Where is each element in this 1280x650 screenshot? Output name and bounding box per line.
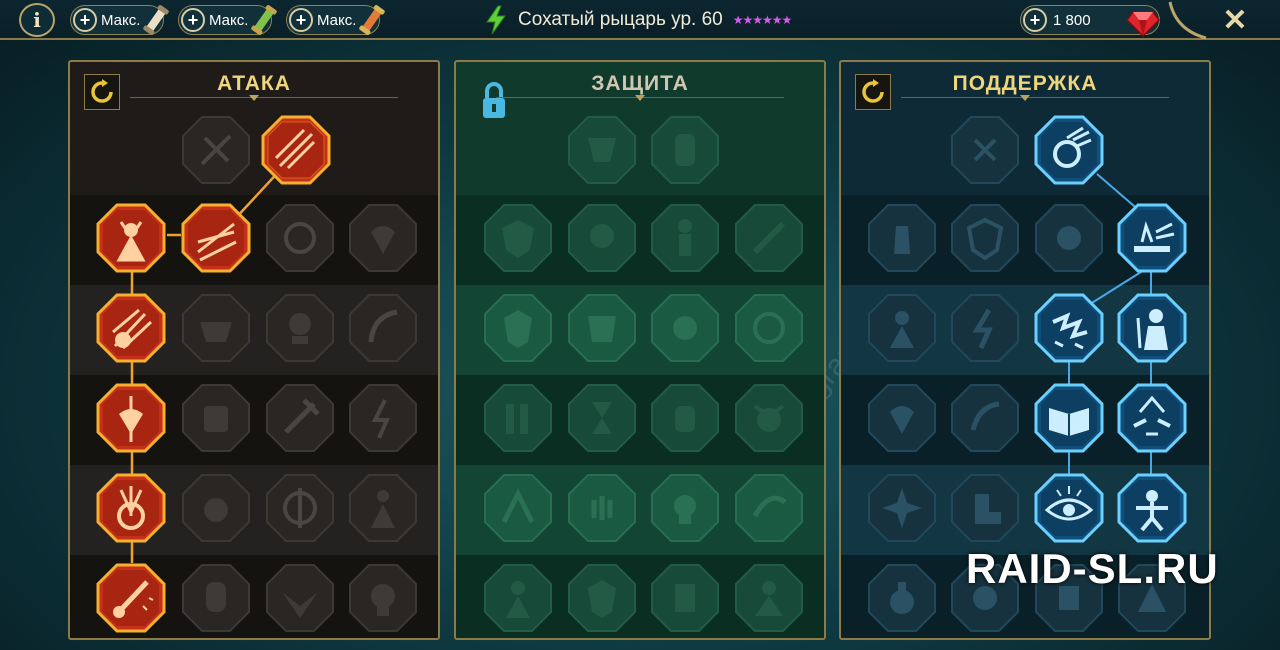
skill-locked[interactable]	[1033, 202, 1105, 274]
skill-locked[interactable]	[347, 202, 419, 274]
max-scroll-button-1[interactable]: + Макс.	[70, 5, 169, 35]
scroll-icon	[251, 5, 277, 35]
max-scroll-button-3[interactable]: + Макс.	[286, 5, 385, 35]
skill-locked[interactable]	[180, 382, 252, 454]
plus-icon: +	[73, 8, 97, 32]
skill-active-arrows[interactable]	[95, 292, 167, 364]
scroll-icon	[359, 5, 385, 35]
skill-active-heart-sword[interactable]	[95, 382, 167, 454]
skill-locked[interactable]	[866, 292, 938, 364]
skill-locked[interactable]	[566, 202, 638, 274]
skill-locked[interactable]	[264, 202, 336, 274]
max-scroll-button-2[interactable]: + Макс.	[178, 5, 277, 35]
skill-locked[interactable]	[566, 292, 638, 364]
skill-locked[interactable]	[482, 382, 554, 454]
skill-locked[interactable]	[566, 382, 638, 454]
skill-locked[interactable]	[482, 562, 554, 634]
attack-title: АТАКА	[217, 72, 291, 95]
skill-active-strike[interactable]	[95, 562, 167, 634]
skill-locked[interactable]	[180, 114, 252, 186]
skill-active-demon[interactable]	[95, 202, 167, 274]
skill-active-silhouette[interactable]	[1116, 292, 1188, 364]
decorative-arc	[1168, 1, 1207, 40]
skill-locked[interactable]	[949, 472, 1021, 544]
support-title: ПОДДЕРЖКА	[952, 72, 1098, 95]
hero-title: Сохатый рыцарь ур. 60 ★★★★★★	[484, 4, 793, 36]
attack-panel: АТАКА	[68, 60, 440, 640]
skill-active-lightning[interactable]	[1033, 292, 1105, 364]
info-button[interactable]: i	[19, 3, 55, 37]
skill-active-blades[interactable]	[260, 114, 332, 186]
skill-locked[interactable]	[482, 202, 554, 274]
skill-locked[interactable]	[347, 472, 419, 544]
skill-locked[interactable]	[347, 562, 419, 634]
skill-locked[interactable]	[733, 472, 805, 544]
skill-active-charge[interactable]	[1116, 202, 1188, 274]
max-label: Макс.	[101, 11, 141, 29]
skill-locked[interactable]	[264, 472, 336, 544]
skill-locked[interactable]	[649, 202, 721, 274]
skill-locked[interactable]	[649, 382, 721, 454]
skill-locked[interactable]	[566, 472, 638, 544]
skill-active-eye[interactable]	[1033, 472, 1105, 544]
skill-locked[interactable]	[649, 114, 721, 186]
skill-locked[interactable]	[649, 292, 721, 364]
skill-locked[interactable]	[949, 292, 1021, 364]
skill-locked[interactable]	[180, 292, 252, 364]
plus-icon: +	[1023, 8, 1047, 32]
skill-locked[interactable]	[866, 472, 938, 544]
scroll-icon	[143, 5, 169, 35]
defense-panel: ЗАЩИТА	[454, 60, 826, 640]
skill-active-target[interactable]	[95, 472, 167, 544]
skill-locked[interactable]	[733, 292, 805, 364]
gems-value: 1 800	[1053, 11, 1091, 29]
skill-locked[interactable]	[949, 202, 1021, 274]
skill-locked[interactable]	[733, 382, 805, 454]
skill-locked[interactable]	[347, 382, 419, 454]
skill-locked[interactable]	[482, 292, 554, 364]
gems-counter[interactable]: + 1 800	[1020, 5, 1160, 38]
plus-icon: +	[289, 8, 313, 32]
skill-locked[interactable]	[649, 562, 721, 634]
plus-icon: +	[181, 8, 205, 32]
skill-locked[interactable]	[347, 292, 419, 364]
skill-locked[interactable]	[949, 114, 1021, 186]
skill-locked[interactable]	[180, 562, 252, 634]
skill-locked[interactable]	[949, 382, 1021, 454]
skill-locked[interactable]	[264, 382, 336, 454]
skill-locked[interactable]	[482, 472, 554, 544]
skill-locked[interactable]	[866, 202, 938, 274]
ruby-gem-icon	[1126, 11, 1160, 38]
skill-locked[interactable]	[733, 562, 805, 634]
defense-title: ЗАЩИТА	[591, 72, 689, 95]
skill-active-glare[interactable]	[1116, 382, 1188, 454]
hero-stars: ★★★★★★	[732, 13, 793, 27]
skill-locked[interactable]	[649, 472, 721, 544]
top-bar: i + Макс. + Макс. + Макс. Сохатый рыцарь…	[0, 0, 1280, 40]
max-label: Макс.	[317, 11, 357, 29]
skill-active-slash[interactable]	[180, 202, 252, 274]
skill-locked[interactable]	[566, 562, 638, 634]
skill-locked[interactable]	[866, 562, 938, 634]
site-watermark: RAID-SL.RU	[966, 545, 1219, 592]
skill-locked[interactable]	[566, 114, 638, 186]
energy-bolt-icon	[486, 5, 506, 35]
skill-locked[interactable]	[866, 382, 938, 454]
skill-locked[interactable]	[264, 562, 336, 634]
skill-locked[interactable]	[733, 202, 805, 274]
hero-name: Сохатый рыцарь ур. 60	[518, 9, 723, 30]
skill-locked[interactable]	[264, 292, 336, 364]
close-button[interactable]: ✕	[1218, 4, 1252, 37]
max-label: Макс.	[209, 11, 249, 29]
skill-active-shield-bash[interactable]	[1033, 114, 1105, 186]
skill-active-book[interactable]	[1033, 382, 1105, 454]
skill-active-voodoo[interactable]	[1116, 472, 1188, 544]
skill-locked[interactable]	[180, 472, 252, 544]
